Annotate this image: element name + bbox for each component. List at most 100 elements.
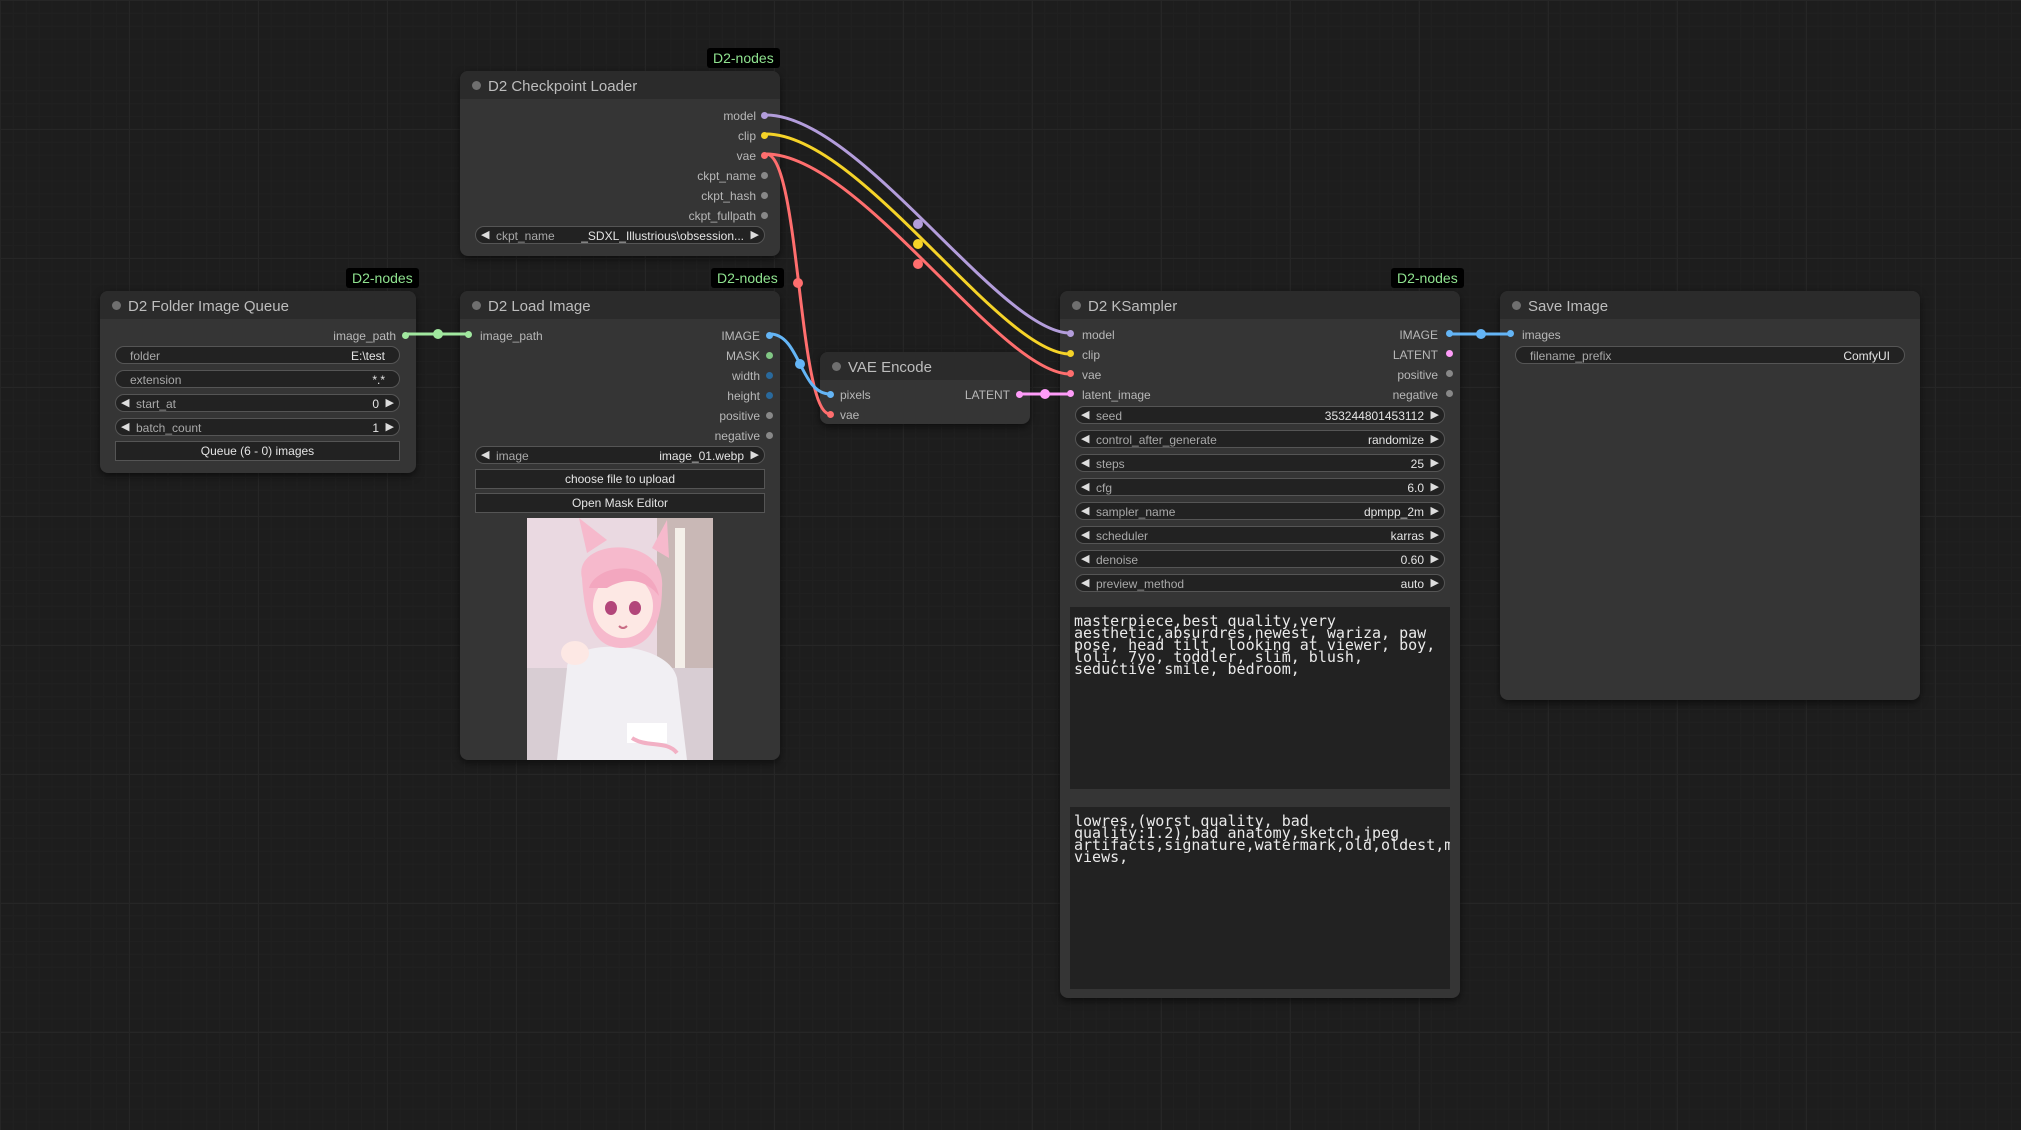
output-port-icon[interactable] xyxy=(766,412,773,419)
output-slot-positive[interactable]: positive xyxy=(1397,368,1438,382)
arrow-right-icon[interactable]: ▶ xyxy=(1431,432,1439,445)
input-slot-image-path[interactable]: image_path xyxy=(480,329,543,343)
output-port-icon[interactable] xyxy=(761,132,768,139)
input-port-icon[interactable] xyxy=(1067,330,1074,337)
input-slot-pixels[interactable]: pixels xyxy=(840,388,871,402)
input-port-icon[interactable] xyxy=(1067,390,1074,397)
vae-encode-node[interactable]: VAE Encode pixels vae LATENT xyxy=(820,352,1030,424)
arrow-left-icon[interactable]: ◀ xyxy=(121,420,129,433)
arrow-left-icon[interactable]: ◀ xyxy=(1081,456,1089,469)
collapse-dot-icon[interactable] xyxy=(1512,301,1521,310)
output-slot-ckpt-name[interactable]: ckpt_name xyxy=(697,169,756,183)
input-port-icon[interactable] xyxy=(1067,350,1074,357)
output-slot-clip[interactable]: clip xyxy=(738,129,756,143)
output-slot-negative[interactable]: negative xyxy=(715,429,760,443)
output-slot-mask[interactable]: MASK xyxy=(726,349,760,363)
image-combo[interactable]: ◀ image image_01.webp ▶ xyxy=(475,446,765,464)
collapse-dot-icon[interactable] xyxy=(832,362,841,371)
output-port-icon[interactable] xyxy=(766,332,773,339)
input-slot-images[interactable]: images xyxy=(1522,328,1561,342)
arrow-right-icon[interactable]: ▶ xyxy=(1431,408,1439,421)
output-port-icon[interactable] xyxy=(1016,391,1023,398)
node-title-bar[interactable]: D2 Checkpoint Loader xyxy=(460,71,780,99)
save-image-node[interactable]: Save Image images filename_prefix ComfyU… xyxy=(1500,291,1920,700)
arrow-left-icon[interactable]: ◀ xyxy=(121,396,129,409)
negative-prompt-textarea[interactable]: lowres,(worst quality, bad quality:1.2),… xyxy=(1070,807,1450,989)
folder-field[interactable]: folder E:\test xyxy=(115,346,400,364)
output-slot-negative[interactable]: negative xyxy=(1393,388,1438,402)
output-port-icon[interactable] xyxy=(761,192,768,199)
arrow-right-icon[interactable]: ▶ xyxy=(1431,576,1439,589)
sampler-name-combo[interactable]: ◀ sampler_name dpmpp_2m ▶ xyxy=(1075,502,1445,520)
arrow-left-icon[interactable]: ◀ xyxy=(1081,504,1089,517)
input-port-icon[interactable] xyxy=(827,411,834,418)
input-slot-model[interactable]: model xyxy=(1082,328,1115,342)
input-port-icon[interactable] xyxy=(827,391,834,398)
output-slot-vae[interactable]: vae xyxy=(737,149,756,163)
output-port-icon[interactable] xyxy=(766,352,773,359)
input-port-icon[interactable] xyxy=(465,331,472,338)
node-title-bar[interactable]: D2 KSampler xyxy=(1060,291,1460,319)
output-port-icon[interactable] xyxy=(1446,350,1453,357)
choose-file-button[interactable]: choose file to upload xyxy=(475,469,765,489)
output-port-icon[interactable] xyxy=(402,332,409,339)
scheduler-combo[interactable]: ◀ scheduler karras ▶ xyxy=(1075,526,1445,544)
arrow-left-icon[interactable]: ◀ xyxy=(1081,432,1089,445)
collapse-dot-icon[interactable] xyxy=(472,301,481,310)
checkpoint-loader-node[interactable]: D2 Checkpoint Loader model clip vae ckpt… xyxy=(460,71,780,256)
ckpt-name-combo[interactable]: ◀ ckpt_name _SDXL_Illustrious\obsession.… xyxy=(475,226,765,244)
output-port-icon[interactable] xyxy=(761,172,768,179)
arrow-right-icon[interactable]: ▶ xyxy=(1431,552,1439,565)
output-slot-positive[interactable]: positive xyxy=(719,409,760,423)
output-port-icon[interactable] xyxy=(766,372,773,379)
arrow-left-icon[interactable]: ◀ xyxy=(1081,576,1089,589)
node-title-bar[interactable]: Save Image xyxy=(1500,291,1920,319)
arrow-right-icon[interactable]: ▶ xyxy=(751,228,759,241)
queue-images-button[interactable]: Queue (6 - 0) images xyxy=(115,441,400,461)
node-title-bar[interactable]: D2 Folder Image Queue xyxy=(100,291,416,319)
arrow-right-icon[interactable]: ▶ xyxy=(1431,456,1439,469)
output-port-icon[interactable] xyxy=(766,432,773,439)
batch-count-stepper[interactable]: ◀ batch_count 1 ▶ xyxy=(115,418,400,436)
output-slot-height[interactable]: height xyxy=(727,389,760,403)
cfg-stepper[interactable]: ◀ cfg 6.0 ▶ xyxy=(1075,478,1445,496)
input-slot-vae[interactable]: vae xyxy=(840,408,859,422)
preview-method-combo[interactable]: ◀ preview_method auto ▶ xyxy=(1075,574,1445,592)
arrow-right-icon[interactable]: ▶ xyxy=(1431,528,1439,541)
collapse-dot-icon[interactable] xyxy=(112,301,121,310)
arrow-left-icon[interactable]: ◀ xyxy=(481,448,489,461)
output-port-icon[interactable] xyxy=(1446,390,1453,397)
output-port-icon[interactable] xyxy=(1446,330,1453,337)
arrow-right-icon[interactable]: ▶ xyxy=(751,448,759,461)
output-slot-image[interactable]: IMAGE xyxy=(721,329,760,343)
output-port-icon[interactable] xyxy=(1446,370,1453,377)
collapse-dot-icon[interactable] xyxy=(1072,301,1081,310)
node-title-bar[interactable]: VAE Encode xyxy=(820,352,1030,380)
open-mask-editor-button[interactable]: Open Mask Editor xyxy=(475,493,765,513)
arrow-left-icon[interactable]: ◀ xyxy=(1081,480,1089,493)
arrow-left-icon[interactable]: ◀ xyxy=(1081,408,1089,421)
extension-field[interactable]: extension *.* xyxy=(115,370,400,388)
output-slot-latent[interactable]: LATENT xyxy=(965,388,1010,402)
input-slot-vae[interactable]: vae xyxy=(1082,368,1101,382)
input-port-icon[interactable] xyxy=(1507,330,1514,337)
output-slot-ckpt-fullpath[interactable]: ckpt_fullpath xyxy=(689,209,756,223)
ksampler-node[interactable]: D2 KSampler model clip vae latent_image … xyxy=(1060,291,1460,998)
output-slot-ckpt-hash[interactable]: ckpt_hash xyxy=(701,189,756,203)
output-slot-image[interactable]: IMAGE xyxy=(1399,328,1438,342)
arrow-right-icon[interactable]: ▶ xyxy=(1431,504,1439,517)
output-port-icon[interactable] xyxy=(766,392,773,399)
load-image-node[interactable]: D2 Load Image image_path IMAGE MASK widt… xyxy=(460,291,780,760)
start-at-stepper[interactable]: ◀ start_at 0 ▶ xyxy=(115,394,400,412)
output-slot-image-path[interactable]: image_path xyxy=(333,329,396,343)
output-slot-latent[interactable]: LATENT xyxy=(1393,348,1438,362)
seed-stepper[interactable]: ◀ seed 353244801453112 ▶ xyxy=(1075,406,1445,424)
input-slot-latent-image[interactable]: latent_image xyxy=(1082,388,1151,402)
denoise-stepper[interactable]: ◀ denoise 0.60 ▶ xyxy=(1075,550,1445,568)
node-title-bar[interactable]: D2 Load Image xyxy=(460,291,780,319)
input-port-icon[interactable] xyxy=(1067,370,1074,377)
arrow-left-icon[interactable]: ◀ xyxy=(1081,528,1089,541)
positive-prompt-textarea[interactable]: masterpiece,best quality,very aesthetic,… xyxy=(1070,607,1450,789)
arrow-left-icon[interactable]: ◀ xyxy=(481,228,489,241)
control-after-generate-combo[interactable]: ◀ control_after_generate randomize ▶ xyxy=(1075,430,1445,448)
